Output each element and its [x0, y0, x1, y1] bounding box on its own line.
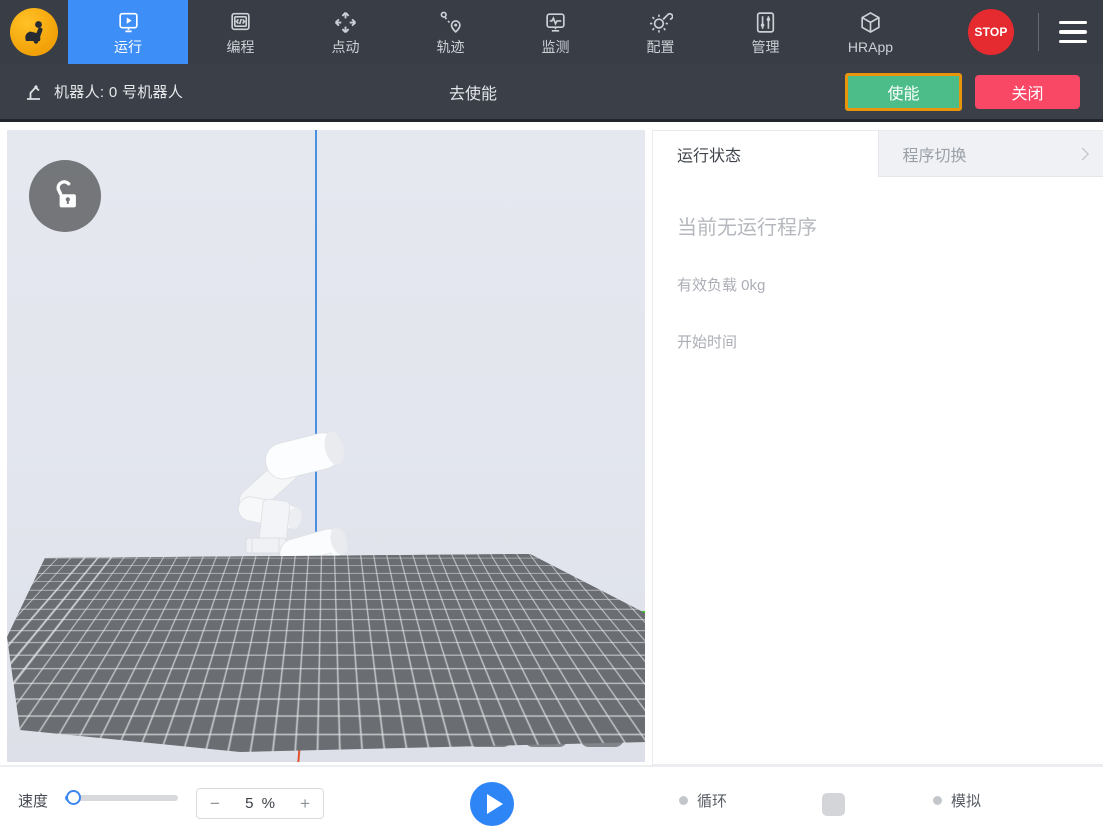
- loop-indicator-dot: [679, 796, 688, 805]
- no-program-text: 当前无运行程序: [677, 211, 1079, 240]
- play-button[interactable]: [470, 782, 514, 826]
- top-navigation: 运行 编程 点动 轨迹 监测: [0, 0, 1103, 64]
- logo-container: [0, 0, 68, 64]
- tab-trajectory[interactable]: 轨迹: [398, 0, 503, 64]
- tab-run-label: 运行: [114, 38, 142, 54]
- nav-divider: [1038, 13, 1039, 51]
- tab-run[interactable]: 运行: [68, 0, 188, 64]
- tab-run-status-label: 运行状态: [677, 142, 741, 166]
- tab-run-status[interactable]: 运行状态: [653, 131, 878, 177]
- tab-program-label: 编程: [227, 38, 255, 54]
- close-button[interactable]: 关闭: [975, 75, 1080, 109]
- speed-increase-button[interactable]: +: [300, 795, 310, 812]
- tab-monitor[interactable]: 监测: [503, 0, 608, 64]
- tab-jog-label: 点动: [332, 38, 360, 54]
- run-icon: [116, 10, 141, 35]
- program-icon: [228, 10, 253, 35]
- tab-config[interactable]: 配置: [608, 0, 713, 64]
- robot-name-label: 机器人: 0 号机器人: [54, 81, 183, 102]
- cube-icon: [858, 10, 883, 35]
- bottom-control-bar: 速度 − 5 % + 循环 模拟: [0, 765, 1103, 828]
- view-lock-button[interactable]: [29, 160, 101, 232]
- panel-tabs: 运行状态 程序切换: [653, 131, 1103, 177]
- zoom-in-button[interactable]: [468, 703, 512, 747]
- robot-logo-glyph: [19, 17, 49, 47]
- robot-status-bar: 机器人: 0 号机器人 去使能 使能 关闭: [0, 64, 1103, 122]
- main-content: 运行状态 程序切换 当前无运行程序 有效负载 0kg 开始时间: [0, 122, 1103, 765]
- simulation-toggle[interactable]: 模拟: [933, 790, 981, 811]
- status-panel: 运行状态 程序切换 当前无运行程序 有效负载 0kg 开始时间: [652, 130, 1103, 765]
- play-icon: [487, 794, 503, 814]
- tab-config-label: 配置: [647, 38, 675, 54]
- trajectory-icon: [438, 10, 463, 35]
- 3d-viewport[interactable]: [7, 130, 645, 762]
- robot-arm-icon: [24, 82, 44, 102]
- reset-view-icon: [589, 712, 615, 738]
- simulation-label: 模拟: [951, 790, 981, 811]
- speed-slider-handle[interactable]: [66, 790, 81, 805]
- tab-manage-label: 管理: [752, 38, 780, 54]
- disable-action-label[interactable]: 去使能: [398, 80, 548, 104]
- loop-toggle[interactable]: 循环: [679, 790, 727, 811]
- speed-label: 速度: [18, 790, 48, 811]
- simulation-indicator-dot: [933, 796, 942, 805]
- zoom-out-button[interactable]: [524, 703, 568, 747]
- unlock-icon: [48, 179, 82, 213]
- speed-value: 5 %: [220, 795, 300, 812]
- zoom-out-icon: [533, 712, 559, 738]
- y-axis-line: [338, 611, 645, 613]
- hamburger-menu-icon[interactable]: [1059, 21, 1087, 44]
- chevron-right-icon: [1076, 147, 1089, 160]
- speed-decrease-button[interactable]: −: [210, 795, 220, 812]
- tab-jog[interactable]: 点动: [293, 0, 398, 64]
- speed-slider[interactable]: [65, 795, 178, 801]
- brand-robot-logo[interactable]: [10, 8, 58, 56]
- speed-stepper: − 5 % +: [196, 788, 324, 819]
- stop-label: STOP: [974, 25, 1007, 39]
- tab-hrapp-label: HRApp: [848, 38, 893, 54]
- emergency-stop-button[interactable]: STOP: [968, 9, 1014, 55]
- view-controls: [468, 703, 624, 747]
- zoom-in-icon: [477, 712, 503, 738]
- loop-label: 循环: [697, 790, 727, 811]
- tab-program-switch-label: 程序切换: [903, 142, 967, 166]
- monitor-icon: [543, 10, 568, 35]
- tab-manage[interactable]: 管理: [713, 0, 818, 64]
- robot-arm-model: [215, 420, 355, 635]
- tab-program-switch[interactable]: 程序切换: [878, 131, 1103, 177]
- reset-view-button[interactable]: [580, 703, 624, 747]
- run-status-content: 当前无运行程序 有效负载 0kg 开始时间: [653, 177, 1103, 352]
- payload-text: 有效负载 0kg: [677, 274, 1079, 295]
- checkbox[interactable]: [822, 793, 845, 816]
- nav-spacer: [923, 0, 968, 64]
- jog-icon: [333, 10, 358, 35]
- tab-monitor-label: 监测: [542, 38, 570, 54]
- panel-gap: [645, 130, 652, 765]
- start-time-text: 开始时间: [677, 331, 1079, 352]
- tab-program[interactable]: 编程: [188, 0, 293, 64]
- config-icon: [648, 10, 673, 35]
- tab-hrapp[interactable]: HRApp: [818, 0, 923, 64]
- enable-button[interactable]: 使能: [845, 73, 962, 111]
- tab-trajectory-label: 轨迹: [437, 38, 465, 54]
- manage-icon: [753, 10, 778, 35]
